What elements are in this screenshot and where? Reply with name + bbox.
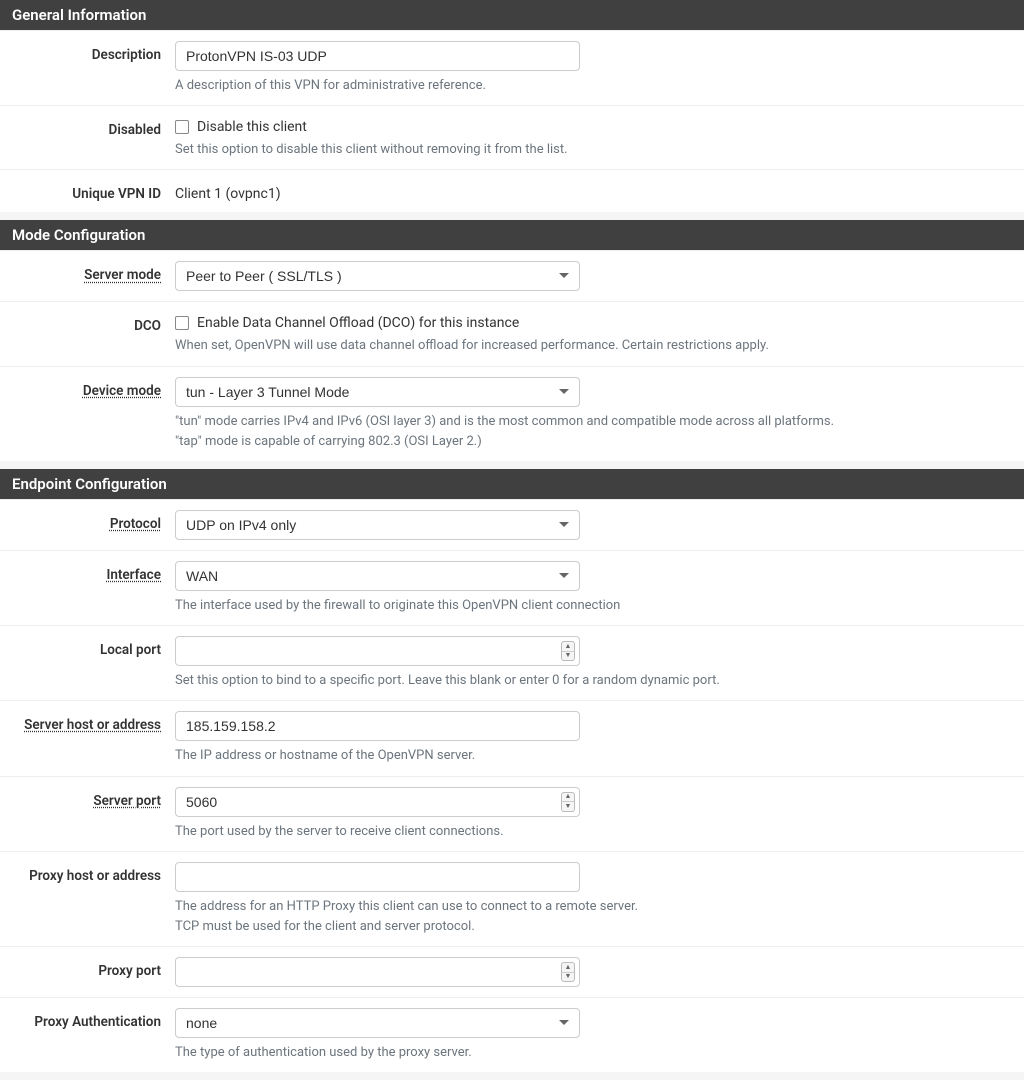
- label-disabled: Disabled: [0, 116, 175, 159]
- proxy-auth-help: The type of authentication used by the p…: [175, 1044, 1008, 1062]
- device-mode-help1: "tun" mode carries IPv4 and IPv6 (OSI la…: [175, 413, 1008, 431]
- label-proxy-host: Proxy host or address: [0, 862, 175, 936]
- interface-select[interactable]: WAN: [175, 561, 580, 591]
- label-unique-vpn-id: Unique VPN ID: [0, 180, 175, 202]
- label-proxy-auth: Proxy Authentication: [0, 1008, 175, 1062]
- unique-vpn-id-value: Client 1 (ovpnc1): [175, 180, 1008, 202]
- row-local-port: Local port ▲▼ Set this option to bind to…: [0, 625, 1024, 700]
- panel-header-general: General Information: [0, 0, 1024, 30]
- proxy-auth-select[interactable]: none: [175, 1008, 580, 1038]
- server-host-help: The IP address or hostname of the OpenVP…: [175, 747, 1008, 765]
- label-interface: Interface: [0, 561, 175, 615]
- row-protocol: Protocol UDP on IPv4 only: [0, 499, 1024, 550]
- label-server-mode: Server mode: [0, 261, 175, 291]
- row-proxy-port: Proxy port ▲▼: [0, 946, 1024, 997]
- proxy-port-input[interactable]: [175, 957, 580, 987]
- disabled-checkbox[interactable]: [175, 120, 189, 134]
- server-port-help: The port used by the server to receive c…: [175, 823, 1008, 841]
- row-server-port: Server port ▲▼ The port used by the serv…: [0, 776, 1024, 851]
- label-device-mode: Device mode: [0, 377, 175, 451]
- description-help: A description of this VPN for administra…: [175, 77, 1008, 95]
- label-description: Description: [0, 41, 175, 95]
- description-input[interactable]: [175, 41, 580, 71]
- row-proxy-host: Proxy host or address The address for an…: [0, 851, 1024, 946]
- row-description: Description A description of this VPN fo…: [0, 30, 1024, 105]
- panel-header-endpoint: Endpoint Configuration: [0, 469, 1024, 499]
- row-dco: DCO Enable Data Channel Offload (DCO) fo…: [0, 301, 1024, 365]
- device-mode-help2: "tap" mode is capable of carrying 802.3 …: [175, 433, 1008, 451]
- label-server-host: Server host or address: [0, 711, 175, 765]
- spinner-icon[interactable]: ▲▼: [561, 792, 575, 812]
- row-server-host: Server host or address The IP address or…: [0, 700, 1024, 775]
- row-interface: Interface WAN The interface used by the …: [0, 550, 1024, 625]
- server-port-input[interactable]: [175, 787, 580, 817]
- spinner-icon[interactable]: ▲▼: [561, 962, 575, 982]
- server-mode-select[interactable]: Peer to Peer ( SSL/TLS ): [175, 261, 580, 291]
- server-host-input[interactable]: [175, 711, 580, 741]
- disabled-help: Set this option to disable this client w…: [175, 141, 1008, 159]
- label-proxy-port: Proxy port: [0, 957, 175, 987]
- device-mode-select[interactable]: tun - Layer 3 Tunnel Mode: [175, 377, 580, 407]
- row-disabled: Disabled Disable this client Set this op…: [0, 105, 1024, 169]
- disabled-checkbox-label: Disable this client: [197, 119, 307, 135]
- panel-mode: Mode Configuration Server mode Peer to P…: [0, 220, 1024, 461]
- local-port-input[interactable]: [175, 636, 580, 666]
- label-dco: DCO: [0, 312, 175, 355]
- row-device-mode: Device mode tun - Layer 3 Tunnel Mode "t…: [0, 366, 1024, 461]
- panel-header-mode: Mode Configuration: [0, 220, 1024, 250]
- interface-help: The interface used by the firewall to or…: [175, 597, 1008, 615]
- dco-checkbox[interactable]: [175, 316, 189, 330]
- panel-endpoint: Endpoint Configuration Protocol UDP on I…: [0, 469, 1024, 1072]
- dco-checkbox-label: Enable Data Channel Offload (DCO) for th…: [197, 315, 519, 331]
- row-server-mode: Server mode Peer to Peer ( SSL/TLS ): [0, 250, 1024, 301]
- row-proxy-auth: Proxy Authentication none The type of au…: [0, 997, 1024, 1072]
- proxy-host-help2: TCP must be used for the client and serv…: [175, 918, 1008, 936]
- spinner-icon[interactable]: ▲▼: [561, 641, 575, 661]
- local-port-help: Set this option to bind to a specific po…: [175, 672, 1008, 690]
- dco-help: When set, OpenVPN will use data channel …: [175, 337, 1008, 355]
- protocol-select[interactable]: UDP on IPv4 only: [175, 510, 580, 540]
- label-protocol: Protocol: [0, 510, 175, 540]
- row-unique-vpn-id: Unique VPN ID Client 1 (ovpnc1): [0, 169, 1024, 212]
- panel-general: General Information Description A descri…: [0, 0, 1024, 212]
- proxy-host-help1: The address for an HTTP Proxy this clien…: [175, 898, 1008, 916]
- label-server-port: Server port: [0, 787, 175, 841]
- label-local-port: Local port: [0, 636, 175, 690]
- proxy-host-input[interactable]: [175, 862, 580, 892]
